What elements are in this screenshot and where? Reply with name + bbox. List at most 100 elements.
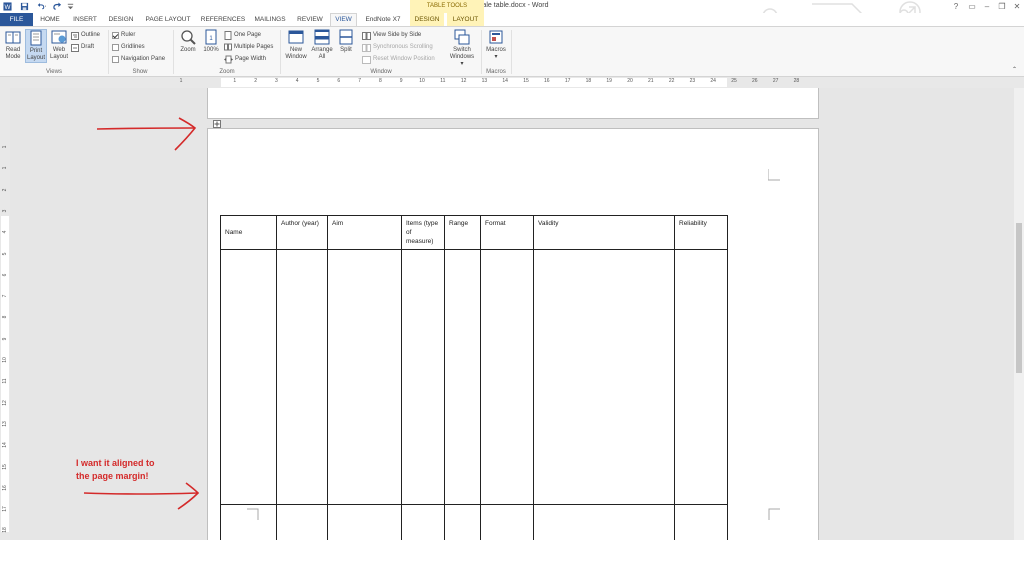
tab-view[interactable]: VIEW <box>330 13 357 26</box>
magnifier-icon <box>181 30 196 45</box>
ruler-number: 26 <box>752 78 758 84</box>
read-mode-button[interactable]: Read Mode <box>2 29 24 61</box>
document-canvas[interactable]: Name Author (year) Aim Items (type of me… <box>10 88 1014 540</box>
vertical-ruler-number: 6 <box>2 273 8 277</box>
zoom-100-button[interactable]: 1 100% <box>200 29 222 54</box>
ruler-number: 1 <box>179 78 183 84</box>
header-cell[interactable]: Validity <box>533 215 675 250</box>
table-cell[interactable] <box>480 504 534 540</box>
tab-design[interactable]: DESIGN <box>104 13 138 26</box>
ribbon: Read Mode Print Layout Web Layout Outlin… <box>0 26 1024 77</box>
table-cell[interactable] <box>327 504 402 540</box>
horizontal-ruler[interactable]: 1 1 2 3 4 5 6 7 8 9 10 11 12 13 14 15 16 17 18 19 20 21 22 23 24… <box>0 77 1024 88</box>
ruler-number: 2 <box>254 78 257 84</box>
ruler-number: 24 <box>710 78 716 84</box>
page-width-button[interactable]: Page Width <box>224 54 266 65</box>
ruler-number: 16 <box>544 78 550 84</box>
ruler-checkbox[interactable]: Ruler <box>112 30 135 41</box>
synchronous-scrolling-button[interactable]: Synchronous Scrolling <box>362 42 433 53</box>
web-layout-button[interactable]: Web Layout <box>48 29 70 61</box>
vertical-ruler-number: 10 <box>2 357 8 363</box>
table-move-handle-icon[interactable] <box>213 120 221 128</box>
view-side-by-side-button[interactable]: View Side by Side <box>362 30 421 41</box>
table-cell[interactable] <box>674 504 728 540</box>
vertical-ruler-number: 3 <box>2 209 8 213</box>
scale-table[interactable]: Name Author (year) Aim Items (type of me… <box>220 215 728 540</box>
tab-file[interactable]: FILE <box>0 13 33 26</box>
vertical-scrollbar[interactable] <box>1014 88 1024 540</box>
vertical-ruler[interactable]: 112345678910111213141516171819 <box>0 88 10 554</box>
tab-mailings[interactable]: MAILINGS <box>250 13 290 26</box>
vertical-ruler-number: 8 <box>2 316 8 319</box>
table-cell[interactable] <box>276 504 328 540</box>
header-cell[interactable]: Name <box>220 215 277 250</box>
new-window-icon <box>288 30 304 44</box>
header-cell[interactable]: Author (year) <box>276 215 328 250</box>
multiple-pages-button[interactable]: Multiple Pages <box>224 42 273 53</box>
view-side-by-side-label: View Side by Side <box>373 32 422 38</box>
arrange-all-button[interactable]: Arrange All <box>310 29 334 61</box>
ruler-number: 1 <box>233 78 237 84</box>
header-cell[interactable]: Range <box>444 215 481 250</box>
macros-button[interactable]: Macros ▾ <box>484 29 508 61</box>
table-cell[interactable] <box>327 249 402 505</box>
tab-review[interactable]: REVIEW <box>293 13 327 26</box>
draft-button[interactable]: Draft <box>71 42 94 53</box>
maximize-button[interactable]: ❐ <box>995 1 1009 12</box>
zoom-100-icon: 1 <box>205 29 217 45</box>
table-cell[interactable] <box>220 249 277 505</box>
tab-table-layout[interactable]: LAYOUT <box>447 13 484 26</box>
ruler-number: 12 <box>460 78 467 84</box>
margin-corner-mark <box>768 169 780 181</box>
tab-page-layout[interactable]: PAGE LAYOUT <box>140 13 196 26</box>
tab-endnote[interactable]: EndNote X7 <box>360 13 406 26</box>
ruler-number: 4 <box>295 78 299 84</box>
zoom-group-label: Zoom <box>219 69 235 75</box>
table-cell[interactable] <box>401 504 445 540</box>
table-cell[interactable] <box>674 249 728 505</box>
table-cell[interactable] <box>444 249 481 505</box>
minimize-button[interactable]: – <box>980 1 994 12</box>
split-icon <box>339 29 353 45</box>
table-cell[interactable] <box>401 249 445 505</box>
table-cell[interactable] <box>480 249 534 505</box>
table-cell[interactable] <box>220 504 277 540</box>
multiple-pages-label: Multiple Pages <box>234 44 274 50</box>
zoom-button[interactable]: Zoom <box>177 29 199 54</box>
tab-table-design[interactable]: DESIGN <box>410 13 444 26</box>
header-cell[interactable]: Format <box>480 215 534 250</box>
table-cell[interactable] <box>533 249 675 505</box>
navigation-pane-checkbox[interactable]: Navigation Pane <box>112 54 165 65</box>
table-cell[interactable] <box>276 249 328 505</box>
print-layout-button[interactable]: Print Layout <box>25 29 47 63</box>
ruler-check-icon <box>112 32 119 39</box>
vertical-ruler-number: 17 <box>2 506 8 512</box>
help-button[interactable]: ? <box>949 1 963 12</box>
new-window-button[interactable]: New Window <box>284 29 308 61</box>
views-group-label: Views <box>46 69 62 75</box>
reset-window-position-button[interactable]: Reset Window Position <box>362 54 435 65</box>
red-arrow-icon <box>96 117 197 151</box>
vertical-ruler-number: 13 <box>2 421 8 427</box>
multiple-pages-icon <box>224 43 232 51</box>
tab-insert[interactable]: INSERT <box>68 13 102 26</box>
tab-home[interactable]: HOME <box>34 13 66 26</box>
header-cell[interactable]: Aim <box>327 215 402 250</box>
table-cell[interactable] <box>444 504 481 540</box>
split-button[interactable]: Split <box>335 29 357 54</box>
outline-button[interactable]: Outline <box>71 30 100 41</box>
vertical-ruler-number: 11 <box>2 378 8 384</box>
ruler-number: 18 <box>585 78 592 84</box>
tab-references[interactable]: REFERENCES <box>198 13 248 26</box>
gridlines-checkbox[interactable]: Gridlines <box>112 42 145 53</box>
scrollbar-thumb[interactable] <box>1016 223 1022 373</box>
ribbon-display-options-button[interactable]: ▭ <box>965 1 979 12</box>
close-button[interactable]: ✕ <box>1010 1 1024 12</box>
switch-windows-button[interactable]: Switch Windows ▾ <box>448 29 476 68</box>
header-cell[interactable]: Reliability <box>674 215 728 250</box>
table-cell[interactable] <box>533 504 675 540</box>
header-cell[interactable]: Items (type of measure) <box>401 215 445 250</box>
collapse-ribbon-icon[interactable]: ⌃ <box>1012 65 1017 76</box>
sync-scroll-icon <box>362 43 371 52</box>
one-page-button[interactable]: One Page <box>224 30 261 41</box>
